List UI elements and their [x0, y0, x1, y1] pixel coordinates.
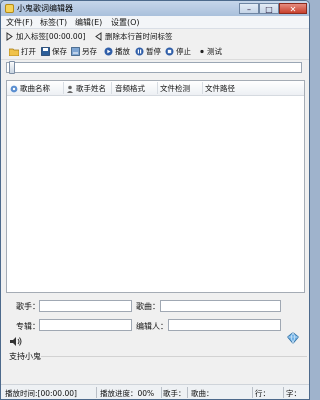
song-column-icon [10, 85, 18, 92]
test-dot-icon [200, 49, 204, 54]
pause-label: 暂停 [146, 47, 161, 56]
status-divider [96, 387, 97, 398]
column-divider [157, 82, 158, 94]
song-input[interactable] [160, 300, 281, 312]
status-singer: 歌手： [163, 389, 186, 398]
column-format-label: 音频格式 [115, 84, 145, 93]
window-title: 小鬼歌词编辑器 [17, 4, 73, 13]
status-bar: 播放时间:[00:00.00] 播放进度：00% 歌手： 歌曲： 行： 字： [1, 384, 309, 399]
stop-button[interactable]: 停止 [165, 46, 191, 57]
progress-thumb[interactable] [9, 61, 15, 74]
song-label: 歌曲： [136, 302, 160, 311]
add-tag-label: 加入标签[00:00.00] [16, 32, 86, 41]
tag-toolbar: 加入标签[00:00.00] 删除本行首时间标签 [1, 29, 309, 43]
status-play-time: 播放时间:[00:00.00] [5, 389, 77, 398]
delete-tag-button[interactable]: 删除本行首时间标签 [95, 31, 173, 42]
test-button[interactable]: 测试 [199, 46, 222, 57]
column-file-path[interactable]: 文件路径 [205, 83, 235, 94]
title-bar: 小鬼歌词编辑器 – □ ✕ [1, 1, 309, 16]
play-button[interactable]: 播放 [104, 46, 130, 57]
menu-file[interactable]: 文件(F) [6, 17, 33, 28]
singer-column-icon [67, 85, 73, 93]
list-header: 歌曲名称 歌手姓名 音频格式 文件检测 文件路径 [7, 81, 304, 96]
save-as-button[interactable]: 另存 [71, 46, 97, 57]
status-row: 行： [255, 389, 270, 398]
menu-tag[interactable]: 标签(T) [40, 17, 67, 28]
delete-tag-label: 删除本行首时间标签 [105, 32, 173, 41]
pause-button[interactable]: 暂停 [135, 46, 161, 57]
delete-tag-icon [95, 32, 102, 41]
column-song-name[interactable]: 歌曲名称 [10, 83, 50, 94]
save-button[interactable]: 保存 [41, 46, 67, 57]
column-file-path-label: 文件路径 [205, 84, 235, 93]
column-singer[interactable]: 歌手姓名 [66, 83, 106, 94]
status-song: 歌曲： [191, 389, 214, 398]
play-icon [104, 47, 113, 56]
column-divider [202, 82, 203, 94]
singer-input[interactable] [39, 300, 132, 312]
status-divider [283, 387, 284, 398]
support-divider [41, 356, 307, 357]
play-label: 播放 [115, 47, 130, 56]
singer-label: 歌手： [16, 302, 40, 311]
main-window: 小鬼歌词编辑器 – □ ✕ 文件(F) 标签(T) 编辑(E) 设置(O) 加入… [0, 0, 310, 400]
gem-icon[interactable] [287, 332, 299, 344]
stop-label: 停止 [176, 47, 191, 56]
playback-progress-bar[interactable] [6, 61, 302, 74]
stop-icon [165, 47, 174, 56]
open-label: 打开 [21, 47, 36, 56]
save-label: 保存 [52, 47, 67, 56]
column-singer-label: 歌手姓名 [76, 84, 106, 93]
status-divider [161, 387, 162, 398]
maximize-button[interactable]: □ [259, 3, 279, 14]
menu-edit[interactable]: 编辑(E) [75, 17, 102, 28]
save-icon [41, 47, 50, 56]
status-divider [252, 387, 253, 398]
add-tag-icon [6, 32, 13, 41]
column-divider [63, 82, 64, 94]
column-file-check-label: 文件检测 [160, 84, 190, 93]
folder-icon [9, 48, 19, 56]
save-as-icon [71, 47, 80, 56]
open-button[interactable]: 打开 [9, 46, 36, 57]
column-format[interactable]: 音频格式 [115, 83, 145, 94]
status-char: 字： [286, 389, 301, 398]
album-label: 专辑： [16, 322, 40, 331]
main-toolbar: 打开 保存 另存 播放 暂停 停止 测试 [1, 44, 309, 60]
menu-bar: 文件(F) 标签(T) 编辑(E) 设置(O) [1, 16, 309, 29]
minimize-button[interactable]: – [239, 3, 259, 14]
close-button[interactable]: ✕ [279, 3, 307, 14]
pause-icon [135, 47, 144, 56]
test-label: 测试 [207, 47, 222, 56]
column-divider [111, 82, 112, 94]
editor-label: 编辑人： [136, 322, 168, 331]
save-as-label: 另存 [82, 47, 97, 56]
support-label: 支持小鬼 [9, 352, 41, 361]
menu-settings[interactable]: 设置(O) [111, 17, 140, 28]
column-file-check[interactable]: 文件检测 [160, 83, 190, 94]
song-list[interactable]: 歌曲名称 歌手姓名 音频格式 文件检测 文件路径 [6, 80, 305, 293]
editor-input[interactable] [168, 319, 281, 331]
column-song-name-label: 歌曲名称 [20, 84, 50, 93]
status-play-progress: 播放进度：00% [100, 389, 155, 398]
status-divider [187, 387, 188, 398]
album-input[interactable] [39, 319, 132, 331]
lyric-editor-icon [5, 4, 14, 13]
add-tag-button[interactable]: 加入标签[00:00.00] [6, 31, 85, 42]
speaker-icon[interactable] [9, 336, 23, 347]
